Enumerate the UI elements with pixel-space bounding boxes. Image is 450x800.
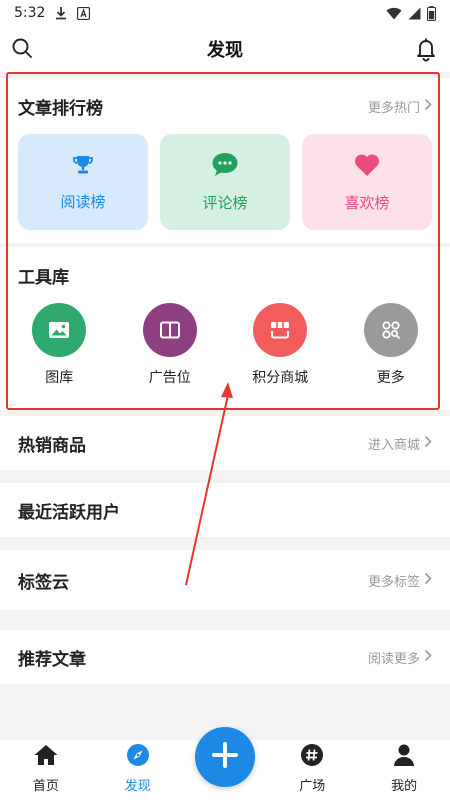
- nav-home-label: 首页: [32, 779, 59, 794]
- compass-icon: [126, 743, 150, 771]
- home-icon: [33, 743, 59, 771]
- nav-square[interactable]: 广场: [266, 743, 358, 794]
- annotation-arrow: [185, 382, 233, 586]
- nav-mine-label: 我的: [391, 779, 418, 794]
- nav-home[interactable]: 首页: [0, 743, 92, 794]
- profile-icon: [392, 743, 416, 771]
- nav-mine[interactable]: 我的: [358, 743, 450, 794]
- hashtag-icon: [300, 743, 324, 771]
- discover-screen: 5:32 发现 文章排行榜 更多热门 阅读榜 评论榜 喜欢榜 工具库 图库 广告…: [0, 0, 450, 800]
- nav-square-label: 广场: [299, 779, 326, 794]
- plus-icon: [211, 741, 239, 773]
- nav-discover[interactable]: 发现: [92, 743, 184, 794]
- nav-discover-label: 发现: [124, 779, 151, 794]
- add-post-button[interactable]: [195, 727, 255, 787]
